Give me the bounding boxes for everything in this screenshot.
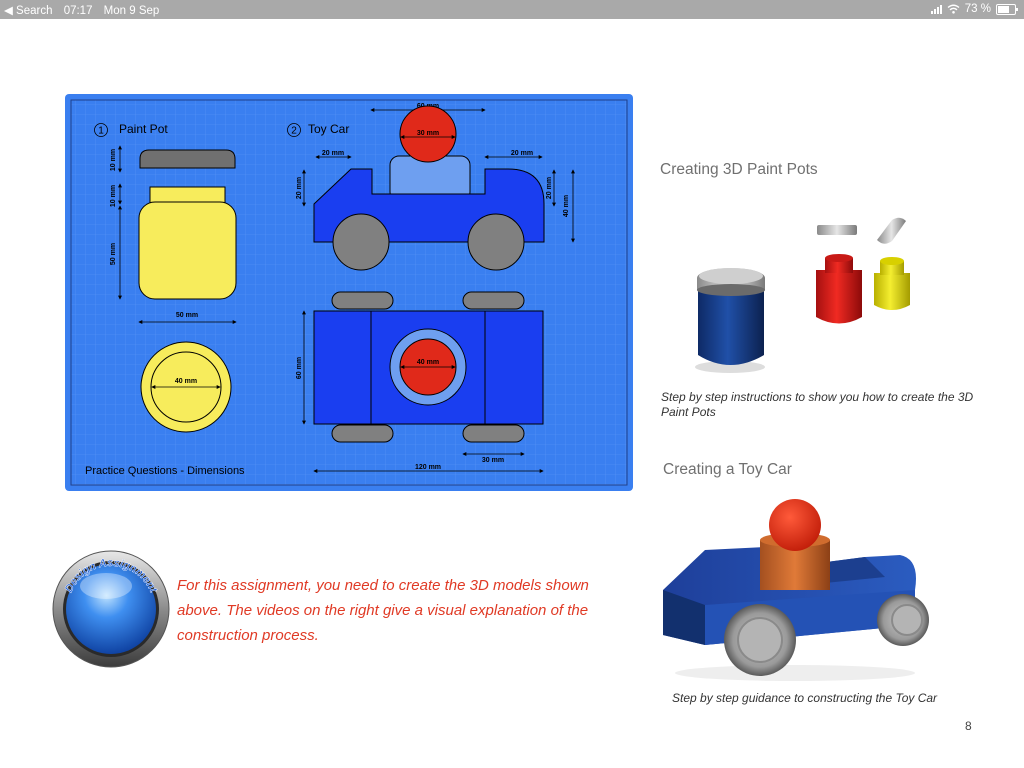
car-wheel-width-label: 30 mm [482, 457, 504, 464]
cellular-signal-icon [930, 4, 942, 14]
toy-car-heading: Creating a Toy Car [663, 461, 792, 478]
toy-car-caption: Step by step guidance to constructing th… [672, 691, 938, 705]
car-top-wheel [462, 291, 525, 310]
dimensions-blueprint: 1 Paint Pot 10 mm 10 mm 50 mm 50 mm 40 m… [65, 94, 633, 491]
back-to-search-link[interactable]: ◀ Search [4, 5, 52, 17]
assignment-instructions: For this assignment, you need to create … [177, 577, 589, 644]
paint-pot-body [138, 201, 237, 300]
paint-pot-neck [149, 186, 226, 205]
car-top-height-label: 60 mm [296, 357, 303, 379]
pp-neck-height-label: 10 mm [110, 185, 117, 207]
car-wheel-rear [467, 213, 525, 271]
car-left-width-label: 20 mm [322, 150, 344, 157]
car-top-wheel [462, 424, 525, 443]
car-top-wheel [331, 291, 394, 310]
pp-lid-height-label: 10 mm [110, 149, 117, 171]
car-length-label: 120 mm [415, 464, 441, 471]
car-head-diameter-label: 30 mm [417, 130, 439, 137]
car-total-height-label: 40 mm [563, 195, 570, 217]
paint-pot-title: Paint Pot [119, 122, 168, 136]
blueprint-footer: Practice Questions - Dimensions [85, 465, 245, 477]
page-number: 8 [965, 719, 972, 733]
date: Mon 9 Sep [103, 5, 160, 17]
item2-number: 2 [291, 126, 297, 137]
clock: 07:17 [63, 5, 93, 17]
car-side-height-label: 20 mm [296, 177, 303, 199]
battery-icon [996, 3, 1018, 15]
paint-pots-video-thumbnail[interactable] [680, 205, 920, 375]
car-wheel-front [332, 213, 390, 271]
wifi-icon [947, 4, 960, 14]
battery-percentage: 73 % [964, 3, 991, 15]
toy-car-title: Toy Car [308, 122, 349, 136]
car-right-width-label: 20 mm [511, 150, 533, 157]
paint-pot-lid [139, 149, 236, 169]
paint-pots-caption: Step by step instructions to show you ho… [661, 390, 974, 419]
design-assignment-badge: Design Assignment [52, 550, 170, 668]
car-top-wheel [331, 424, 394, 443]
car-top-diameter-label: 40 mm [417, 359, 439, 366]
car-right-height-label: 20 mm [546, 177, 553, 199]
pp-top-diameter-label: 40 mm [175, 378, 197, 385]
paint-pots-heading: Creating 3D Paint Pots [660, 161, 818, 178]
item1-number: 1 [98, 126, 104, 137]
pp-body-height-label: 50 mm [110, 243, 117, 265]
toy-car-video-thumbnail[interactable] [645, 495, 935, 685]
pp-width-label: 50 mm [176, 312, 198, 319]
status-bar: ◀ Search 07:17 Mon 9 Sep 73 % [0, 0, 1024, 19]
